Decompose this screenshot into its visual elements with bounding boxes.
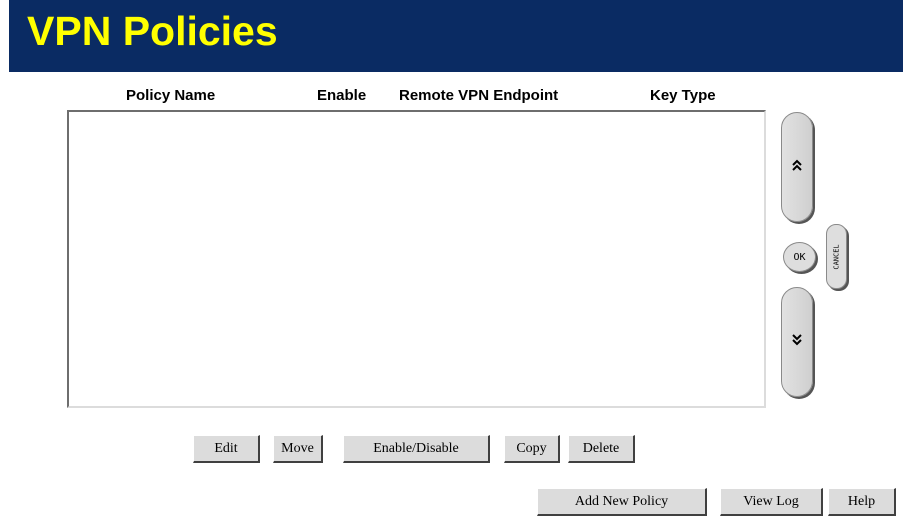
scroll-down-button[interactable]	[781, 287, 813, 397]
column-header-policy-name: Policy Name	[126, 87, 216, 104]
double-chevron-up-icon	[790, 158, 804, 176]
double-chevron-down-icon	[790, 333, 804, 351]
page-title: VPN Policies	[27, 8, 278, 54]
page-header: VPN Policies	[9, 0, 903, 72]
scroll-up-button[interactable]	[781, 112, 813, 222]
view-log-button[interactable]: View Log	[720, 488, 823, 516]
cancel-label: CANCEL	[832, 243, 841, 270]
copy-button[interactable]: Copy	[504, 435, 560, 463]
cancel-button[interactable]: CANCEL	[826, 224, 847, 289]
ok-button[interactable]: OK	[783, 242, 816, 272]
move-button[interactable]: Move	[273, 435, 323, 463]
edit-button[interactable]: Edit	[193, 435, 260, 463]
policy-list[interactable]	[67, 110, 766, 408]
add-new-policy-button[interactable]: Add New Policy	[537, 488, 707, 516]
column-header-enable: Enable	[317, 87, 367, 104]
column-header-remote-vpn-endpoint: Remote VPN Endpoint	[399, 87, 559, 104]
delete-button[interactable]: Delete	[568, 435, 635, 463]
enable-disable-button[interactable]: Enable/Disable	[343, 435, 490, 463]
help-button[interactable]: Help	[828, 488, 896, 516]
ok-label: OK	[793, 251, 806, 263]
column-header-key-type: Key Type	[650, 87, 716, 104]
